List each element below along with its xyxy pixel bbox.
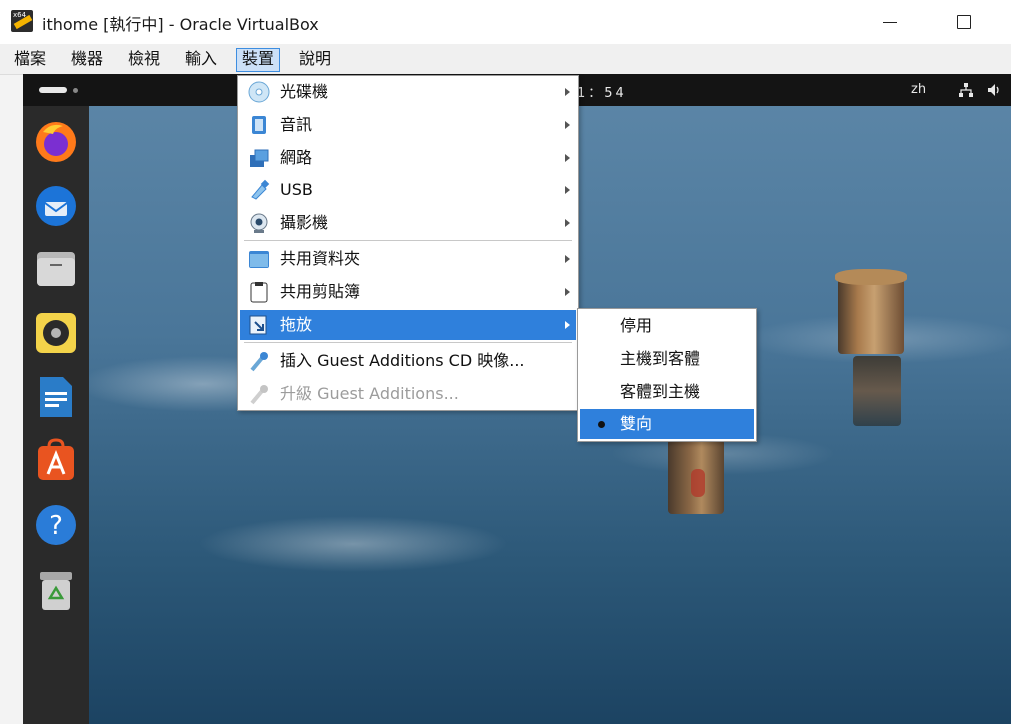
menu-item-shared-clipboard[interactable]: 共用剪貼簿 — [240, 277, 576, 307]
dock: ? — [23, 106, 89, 724]
virtualbox-icon: x64 — [11, 10, 33, 32]
menu-item-label: 共用剪貼簿 — [280, 282, 361, 301]
firefox-icon[interactable] — [33, 118, 79, 164]
volume-icon[interactable] — [987, 83, 1001, 97]
submenu-arrow-icon — [565, 186, 570, 194]
activities-indicator[interactable] — [39, 87, 67, 93]
menu-view[interactable]: 檢視 — [123, 48, 165, 70]
post-red-paint — [691, 469, 705, 497]
submenu-arrow-icon — [565, 321, 570, 329]
maximize-button[interactable] — [954, 12, 974, 32]
menu-item-network[interactable]: 網路 — [240, 143, 576, 173]
menu-item-webcams[interactable]: 攝影機 — [240, 208, 576, 238]
network-adapter-icon — [250, 149, 269, 167]
menu-item-label: 插入 Guest Additions CD 映像... — [280, 351, 525, 370]
option-label: 停用 — [620, 316, 653, 335]
guest-additions-icon — [250, 352, 268, 372]
menu-separator — [244, 240, 572, 241]
trash-icon[interactable] — [33, 568, 79, 614]
menu-item-label: 光碟機 — [280, 82, 329, 101]
dnd-option-disabled[interactable]: 停用 — [580, 311, 754, 341]
usb-icon — [251, 179, 270, 200]
menu-item-label: 音訊 — [280, 115, 313, 134]
option-label: 雙向 — [620, 414, 653, 433]
submenu-arrow-icon — [565, 219, 570, 227]
menu-item-label: 升級 Guest Additions... — [280, 384, 459, 403]
menu-help[interactable]: 說明 — [294, 48, 336, 70]
menu-bar: 檔案 機器 檢視 輸入 裝置 說明 — [0, 44, 1011, 75]
wooden-post-top — [835, 269, 907, 285]
audio-icon — [252, 116, 266, 134]
app-center-icon[interactable] — [33, 438, 79, 484]
webcam-icon — [250, 213, 268, 233]
files-icon[interactable] — [33, 246, 79, 292]
submenu-arrow-icon — [565, 255, 570, 263]
menu-item-drag-and-drop[interactable]: 拖放 — [240, 310, 576, 340]
menu-separator — [244, 342, 572, 343]
workspace-dot — [73, 88, 78, 93]
option-label: 主機到客體 — [620, 349, 701, 368]
menu-item-shared-folders[interactable]: 共用資料夾 — [240, 244, 576, 274]
minimize-button[interactable] — [880, 12, 900, 32]
menu-item-upgrade-guest-additions: 升級 Guest Additions... — [240, 379, 576, 409]
thunderbird-icon[interactable] — [33, 182, 79, 228]
libreoffice-writer-icon[interactable] — [33, 374, 79, 420]
input-language[interactable]: zh — [911, 82, 926, 97]
menu-item-usb[interactable]: USB — [240, 175, 576, 205]
guest-additions-upgrade-icon — [250, 385, 268, 405]
clipboard-icon — [250, 282, 268, 303]
submenu-arrow-icon — [565, 288, 570, 296]
network-icon[interactable] — [959, 83, 973, 97]
devices-menu: 光碟機 音訊 網路 USB 攝影機 共用資料夾 共用剪貼簿 拖放 插入 Gues… — [237, 75, 579, 411]
dnd-option-host-to-guest[interactable]: 主機到客體 — [580, 344, 754, 374]
post-reflection — [853, 356, 901, 426]
window-title: ithome [執行中] - Oracle VirtualBox — [42, 15, 319, 34]
rhythmbox-icon[interactable] — [33, 310, 79, 356]
svg-text:?: ? — [49, 511, 63, 541]
dnd-option-bidirectional[interactable]: 雙向 — [580, 409, 754, 439]
option-label: 客體到主機 — [620, 382, 701, 401]
submenu-arrow-icon — [565, 121, 570, 129]
submenu-arrow-icon — [565, 88, 570, 96]
selected-radio-icon — [598, 421, 605, 428]
menu-file[interactable]: 檔案 — [9, 48, 51, 70]
shared-folder-icon — [249, 251, 269, 268]
window-title-bar: x64 ithome [執行中] - Oracle VirtualBox — [0, 0, 1011, 44]
menu-item-label: USB — [280, 180, 313, 199]
menu-item-optical-drives[interactable]: 光碟機 — [240, 77, 576, 107]
submenu-arrow-icon — [565, 154, 570, 162]
optical-disc-icon — [248, 81, 270, 103]
drag-drop-icon — [249, 315, 267, 335]
menu-devices[interactable]: 裝置 — [236, 48, 281, 72]
help-icon[interactable]: ? — [33, 502, 79, 548]
dnd-option-guest-to-host[interactable]: 客體到主機 — [580, 377, 754, 407]
menu-item-label: 網路 — [280, 148, 313, 167]
menu-item-audio[interactable]: 音訊 — [240, 110, 576, 140]
menu-item-label: 共用資料夾 — [280, 249, 361, 268]
menu-input[interactable]: 輸入 — [180, 48, 222, 70]
clock[interactable]: 1：54 — [577, 82, 627, 101]
menu-item-label: 拖放 — [280, 315, 313, 334]
menu-item-insert-guest-additions[interactable]: 插入 Guest Additions CD 映像... — [240, 346, 576, 376]
menu-item-label: 攝影機 — [280, 213, 329, 232]
drag-and-drop-submenu: 停用 主機到客體 客體到主機 雙向 — [577, 308, 757, 442]
menu-machine[interactable]: 機器 — [66, 48, 108, 70]
